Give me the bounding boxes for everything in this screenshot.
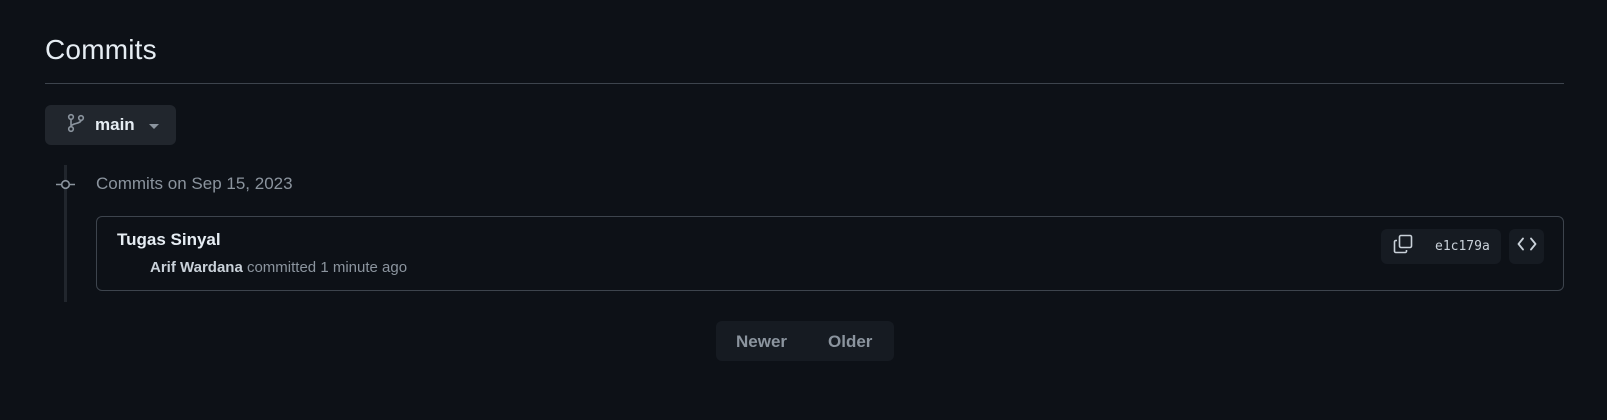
- commit-meta: Arif Wardana committed 1 minute ago: [150, 259, 407, 276]
- branch-name: main: [95, 115, 135, 134]
- page-title: Commits: [45, 34, 157, 65]
- commit-author[interactable]: Arif Wardana: [150, 259, 243, 276]
- commit-row: Tugas Sinyal Arif Wardana committed 1 mi…: [96, 216, 1564, 291]
- commit-sha-link[interactable]: e1c179a: [1425, 239, 1490, 254]
- git-branch-icon: [67, 113, 85, 138]
- commit-title[interactable]: Tugas Sinyal: [117, 230, 221, 250]
- copy-sha-button[interactable]: [1381, 229, 1425, 264]
- newer-button[interactable]: Newer: [736, 332, 787, 352]
- branch-selector-button[interactable]: main: [45, 105, 176, 145]
- browse-files-button[interactable]: [1509, 229, 1544, 264]
- commit-time: 1 minute ago: [320, 259, 408, 276]
- commit-group-heading: Commits on Sep 15, 2023: [96, 174, 293, 193]
- title-divider: [45, 83, 1564, 84]
- older-button[interactable]: Older: [828, 332, 872, 352]
- commits-page: Commits main Commits on Sep 15, 2023 Tug…: [0, 0, 1607, 420]
- code-icon: [1517, 237, 1537, 256]
- commit-sha-group: e1c179a: [1381, 229, 1501, 264]
- commit-node-icon: [56, 177, 75, 192]
- copy-icon: [1393, 234, 1413, 259]
- pagination: Newer Older: [716, 321, 894, 361]
- commit-action: committed: [242, 259, 321, 276]
- caret-down-icon: [148, 123, 159, 129]
